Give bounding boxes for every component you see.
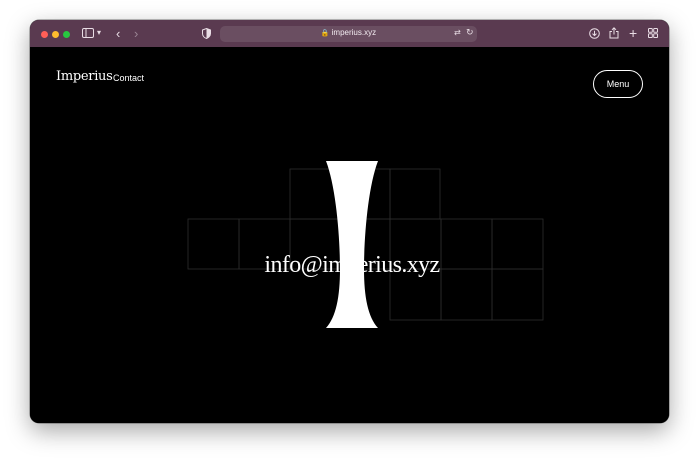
grid-tile — [187, 218, 240, 270]
grid-tile — [389, 168, 441, 220]
chevron-down-icon[interactable]: ▾ — [97, 29, 101, 37]
browser-window: ▾ ‹ › 🔒 imperius.xyz ⇄ ↻ + Imperius Conta… — [30, 20, 669, 423]
hero-graphic — [187, 161, 544, 328]
address-bar[interactable]: 🔒 imperius.xyz ⇄ ↻ — [220, 26, 477, 42]
url-text: imperius.xyz — [331, 28, 377, 37]
contact-email[interactable]: info@imperius.xyz — [252, 252, 452, 279]
zoom-window-button[interactable] — [63, 31, 70, 38]
shield-icon[interactable] — [202, 27, 211, 42]
reload-icon[interactable]: ↻ — [466, 28, 474, 37]
browser-toolbar: ▾ ‹ › 🔒 imperius.xyz ⇄ ↻ + — [30, 20, 669, 47]
sidebar-icon[interactable] — [82, 28, 94, 41]
minimize-window-button[interactable] — [52, 31, 59, 38]
translate-icon[interactable]: ⇄ — [454, 29, 461, 37]
chevron-left-icon[interactable]: ‹ — [116, 27, 120, 40]
letter-i-shape — [326, 161, 378, 328]
lock-icon: 🔒 — [320, 30, 330, 37]
grid-tile — [491, 268, 544, 321]
share-icon[interactable] — [609, 27, 619, 42]
plus-icon[interactable]: + — [629, 26, 637, 40]
tab-overview-icon[interactable] — [648, 28, 658, 41]
web-page: Imperius Contact Menu info@imperius.xyz — [30, 47, 669, 423]
chevron-right-icon[interactable]: › — [134, 27, 138, 40]
download-icon[interactable] — [589, 28, 600, 42]
close-window-button[interactable] — [41, 31, 48, 38]
grid-tile — [491, 218, 544, 270]
